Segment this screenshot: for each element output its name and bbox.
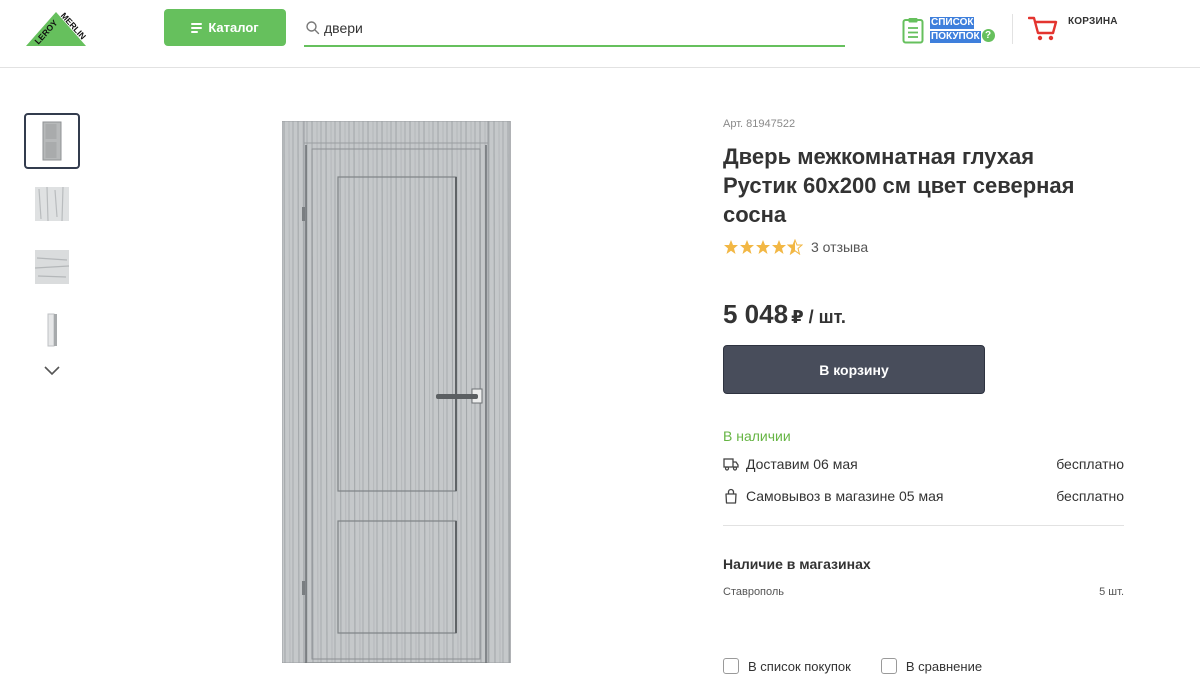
rating-stars — [723, 239, 803, 255]
cart-label: КОРЗИНА — [1068, 16, 1118, 27]
thumbnail-door-front[interactable] — [24, 113, 80, 169]
thumbnail-wood-texture-2[interactable] — [24, 239, 80, 295]
search-icon[interactable] — [304, 19, 322, 37]
star-full-icon — [756, 240, 770, 254]
pickup-cost: бесплатно — [1056, 488, 1124, 504]
article-number: Арт. 81947522 — [723, 118, 796, 130]
thumbnails-scroll-down[interactable] — [24, 361, 80, 381]
star-full-icon — [740, 240, 754, 254]
add-to-cart-button[interactable]: В корзину — [723, 345, 985, 394]
add-to-list-checkbox[interactable]: В список покупок — [723, 658, 851, 674]
delivery-label: Доставим 06 мая — [746, 456, 858, 472]
add-to-compare-checkbox[interactable]: В сравнение — [880, 658, 983, 674]
top-header: LEROY MERLIN Каталог СПИСОК ПОКУПОК? — [0, 0, 1200, 68]
cart-link[interactable]: КОРЗИНА — [1028, 14, 1118, 42]
checkbox-box[interactable] — [880, 658, 897, 674]
catalog-button[interactable]: Каталог — [164, 9, 286, 46]
star-half-icon — [787, 239, 803, 255]
pickup-row: Самовывоз в магазине 05 мая бесплатно — [723, 488, 1124, 504]
help-icon[interactable]: ? — [981, 29, 995, 43]
header-divider — [1012, 14, 1013, 44]
store-qty: 5 шт. — [1099, 586, 1124, 598]
checkbox-box[interactable] — [723, 658, 739, 674]
product-title: Дверь межкомнатная глухая Рустик 60x200 … — [723, 144, 1075, 227]
catalog-label: Каталог — [208, 20, 259, 35]
delivery-row: Доставим 06 мая бесплатно — [723, 456, 1124, 472]
store-row: Ставрополь 5 шт. — [723, 586, 1124, 598]
add-to-compare-label: В сравнение — [905, 658, 983, 674]
rating: 3 отзыва — [723, 239, 1124, 255]
leroy-merlin-logo[interactable]: LEROY MERLIN — [24, 10, 88, 50]
price: 5 048 ₽ / шт. — [723, 299, 1124, 330]
shopping-list-label-1: СПИСОК — [930, 17, 975, 30]
thumbnail-door-side[interactable] — [24, 302, 80, 358]
cart-icon — [1028, 16, 1058, 41]
menu-icon — [191, 23, 203, 33]
clipboard-icon — [902, 17, 924, 43]
divider — [723, 525, 1124, 526]
star-full-icon — [772, 240, 786, 254]
product-info: Арт. 81947522 Дверь межкомнатная глухая … — [723, 118, 1124, 674]
search-bar — [304, 10, 845, 47]
stores-availability-title[interactable]: Наличие в магазинах — [723, 556, 1124, 572]
chevron-down-icon — [44, 366, 60, 376]
search-input[interactable] — [324, 19, 824, 36]
delivery-cost: бесплатно — [1056, 456, 1124, 472]
shopping-list-link[interactable]: СПИСОК ПОКУПОК? — [902, 15, 995, 45]
add-to-list-label: В список покупок — [748, 658, 851, 674]
stock-status: В наличии — [723, 428, 791, 444]
reviews-link[interactable]: 3 отзыва — [811, 239, 868, 255]
bag-icon — [725, 488, 737, 504]
thumbnail-gallery — [24, 113, 80, 381]
product-main-image[interactable] — [281, 120, 512, 664]
store-city: Ставрополь — [723, 586, 785, 598]
price-value: 5 048 — [723, 299, 789, 329]
thumbnail-wood-texture-1[interactable] — [24, 176, 80, 232]
pickup-label: Самовывоз в магазине 05 мая — [746, 488, 944, 504]
shopping-list-label-2: ПОКУПОК — [930, 30, 981, 43]
truck-icon — [723, 458, 739, 471]
product-actions: В список покупок В сравнение — [723, 658, 1124, 674]
star-full-icon — [724, 240, 738, 254]
price-unit: ₽ / шт. — [791, 307, 846, 327]
